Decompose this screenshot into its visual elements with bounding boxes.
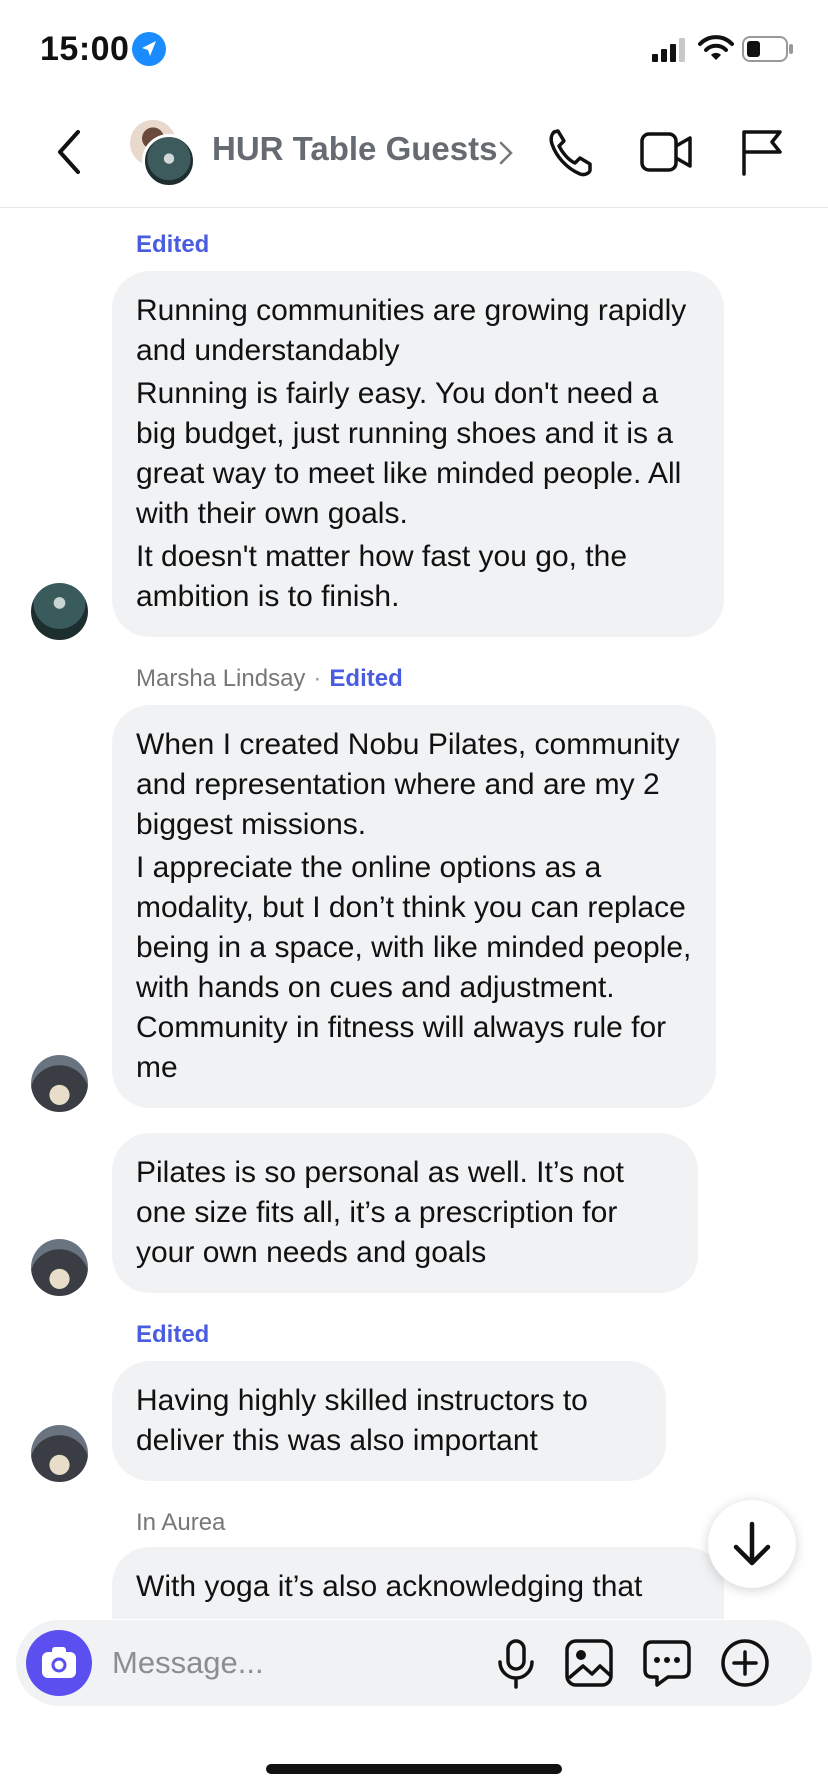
sender-avatar[interactable] [31,1055,88,1112]
message-input[interactable] [112,1636,472,1690]
plus-button[interactable] [720,1638,770,1688]
message-text: I appreciate the online options as a mod… [136,851,692,1084]
message-text: Pilates is so personal as well. It’s not… [136,1156,625,1269]
microphone-button[interactable] [492,1638,540,1690]
group-avatar[interactable] [126,118,196,188]
message-list[interactable]: Edited Running communities are growing r… [0,209,828,1619]
meta-separator: · [313,665,322,692]
message-text: Having highly skilled instructors to del… [136,1384,588,1457]
member-avatar [142,134,196,188]
chat-header: HUR Table Guests [0,100,828,208]
message-bubble[interactable]: With yoga it’s also acknowledging that [112,1547,724,1619]
video-call-button[interactable] [640,130,692,174]
message-bubble[interactable]: Having highly skilled instructors to del… [112,1361,666,1481]
message-bubble[interactable]: When I created Nobu Pilates, community a… [112,705,716,1108]
status-bar: 15:00 [0,0,828,100]
message-text: When I created Nobu Pilates, community a… [136,728,680,841]
scroll-to-bottom-button[interactable] [708,1500,796,1588]
message-meta: Marsha Lindsay · Edited [136,665,403,693]
message-composer [16,1620,812,1706]
edited-label: Edited [136,231,210,258]
home-indicator [266,1764,562,1774]
message-text: With yoga it’s also acknowledging that [136,1570,643,1603]
message-text: It doesn't matter how fast you go, the a… [136,540,628,613]
message-bubble[interactable]: Running communities are growing rapidly … [112,271,724,637]
arrow-down-icon [733,1521,771,1566]
battery-icon [742,36,793,62]
cellular-signal-icon [652,38,685,62]
camera-icon [42,1647,76,1678]
sender-name[interactable]: Marsha Lindsay [136,665,305,692]
message-text: Running is fairly easy. You don't need a… [136,377,682,530]
location-arrow-icon [132,32,166,66]
status-time: 15:00 [40,30,130,68]
group-title[interactable]: HUR Table Guests [212,130,497,168]
message-text: Running communities are growing rapidly … [136,294,687,367]
message-meta: Edited [136,231,209,259]
message-meta: In Aurea [136,1509,225,1537]
wifi-icon [698,35,734,60]
chat-bubble-button[interactable] [642,1638,692,1688]
gallery-button[interactable] [564,1638,614,1688]
sender-name[interactable]: In Aurea [136,1509,225,1536]
flag-button[interactable] [740,128,784,176]
sender-avatar[interactable] [31,1239,88,1296]
sender-avatar[interactable] [31,1425,88,1482]
sender-avatar[interactable] [31,583,88,640]
call-button[interactable] [546,126,594,178]
edited-label: Edited [329,665,403,692]
message-meta: Edited [136,1321,209,1349]
camera-button[interactable] [26,1630,92,1696]
back-button[interactable] [50,126,90,178]
message-bubble[interactable]: Pilates is so personal as well. It’s not… [112,1133,698,1293]
edited-label: Edited [136,1321,210,1348]
chevron-right-icon [499,141,513,165]
